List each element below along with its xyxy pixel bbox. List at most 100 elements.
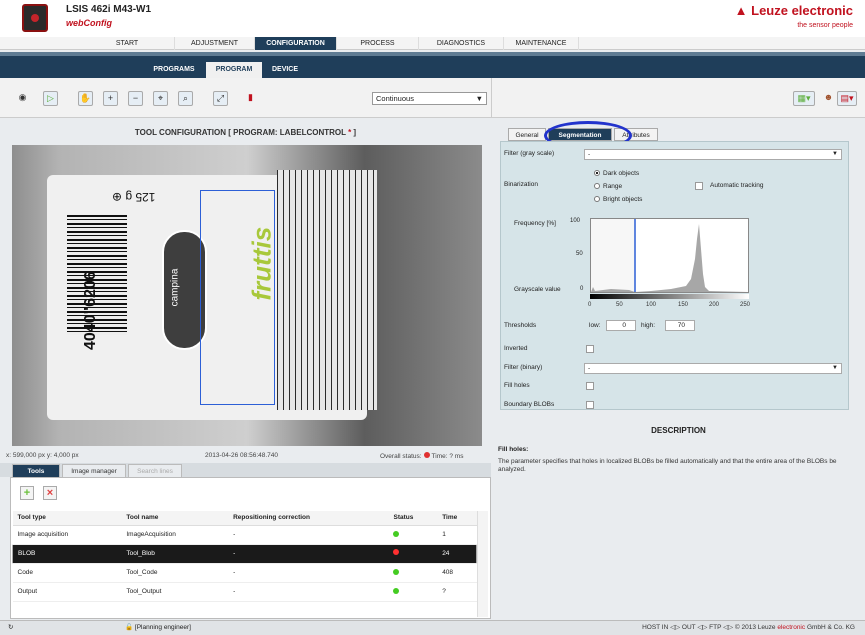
cursor-coordinates: x: 599,000 px y: 4,000 px — [6, 452, 79, 459]
refresh-icon[interactable]: ↻ — [8, 621, 13, 635]
overall-status: Overall status: Time: ? ms — [380, 452, 464, 460]
image-timestamp: 2013-04-26 08:56:48.740 — [205, 452, 279, 459]
chevron-down-icon: ▼ — [832, 151, 838, 157]
cell-tool-type: Code — [12, 563, 122, 583]
tab-configuration[interactable]: CONFIGURATION — [255, 37, 337, 50]
barcode-number: 4040"6206 — [82, 271, 99, 350]
export-icon[interactable]: ▦▾ — [793, 91, 815, 106]
x-tick-50: 50 — [616, 302, 623, 308]
cell-repositioning: - — [228, 525, 389, 545]
option-dark-objects[interactable]: Dark objects — [594, 170, 639, 177]
zoom-out-icon[interactable]: − — [128, 91, 143, 106]
brand-tagline: the sensor people — [797, 22, 853, 29]
low-label: low: — [589, 322, 601, 329]
col-repositioning[interactable]: Repositioning correction — [228, 511, 389, 526]
fill-holes-label: Fill holes — [504, 382, 530, 389]
mode-value: Continuous — [376, 94, 414, 103]
window-layout-icon[interactable]: ▤▾ — [837, 91, 857, 106]
auto-tracking-label: Automatic tracking — [710, 182, 764, 189]
table-scrollbar[interactable] — [477, 511, 488, 617]
zoom-fit-icon[interactable]: ⌖ — [153, 91, 168, 106]
mode-select[interactable]: Continuous ▼ — [372, 92, 487, 105]
option-range[interactable]: Range — [594, 183, 622, 190]
tool-config-title: TOOL CONFIGURATION [ PROGRAM: LABELCONTR… — [134, 128, 357, 137]
zoom-reset-icon[interactable]: ⌕ — [178, 91, 193, 106]
cell-time: 24 — [437, 544, 477, 564]
tab-adjustment[interactable]: ADJUSTMENT — [175, 37, 255, 50]
radio-bright[interactable] — [594, 196, 600, 203]
users-icon[interactable]: ☻ — [821, 91, 836, 106]
tab-tools[interactable]: Tools — [12, 464, 60, 477]
device-icon — [22, 4, 48, 32]
arrows-icon[interactable]: ⤢ — [213, 91, 228, 106]
col-status[interactable]: Status — [388, 511, 438, 526]
cell-time: 1 — [437, 525, 477, 545]
cell-tool-name: Tool_Blob — [121, 544, 229, 564]
save-config-icon[interactable]: ▮ — [243, 91, 258, 106]
hand-icon[interactable]: ✋ — [78, 91, 93, 106]
y-tick-50: 50 — [576, 251, 583, 257]
x-tick-0: 0 — [588, 302, 592, 308]
table-row[interactable]: Code Tool_Code - 408 — [12, 563, 477, 583]
col-tool-type[interactable]: Tool type — [12, 511, 122, 526]
filter-binary-select[interactable]: - ▼ — [584, 363, 842, 374]
tab-maintenance[interactable]: MAINTENANCE — [504, 37, 579, 50]
table-row[interactable]: Image acquisition ImageAcquisition - 1 — [12, 525, 477, 545]
cell-time: ? — [437, 582, 477, 602]
status-dot — [393, 549, 400, 555]
webconfig-label: webConfig — [66, 18, 112, 28]
cell-repositioning: - — [228, 544, 389, 564]
boundary-blobs-checkbox[interactable] — [586, 401, 594, 409]
filter-gray-select[interactable]: - ▼ — [584, 149, 842, 160]
subtab-program[interactable]: PROGRAM — [206, 62, 262, 78]
option-bright-objects[interactable]: Bright objects — [594, 196, 642, 203]
roi-rectangle[interactable] — [200, 190, 275, 405]
camera-image[interactable]: 4040"6206 125 g ⊕ campina fruttis — [12, 145, 482, 446]
tab-start[interactable]: START — [80, 37, 175, 50]
cell-repositioning: - — [228, 563, 389, 583]
fill-holes-checkbox[interactable] — [586, 382, 594, 390]
cell-tool-name: ImageAcquisition — [121, 525, 229, 545]
boundary-blobs-label: Boundary BLOBs — [504, 401, 555, 408]
tab-image-manager[interactable]: Image manager — [62, 464, 126, 477]
brand-logo: ▲ Leuze electronic — [734, 3, 853, 18]
status-dot — [393, 530, 400, 537]
col-time[interactable]: Time — [437, 511, 477, 526]
filter-gray-label: Filter (gray scale) — [504, 150, 555, 157]
auto-tracking-checkbox[interactable] — [695, 182, 703, 190]
tab-process[interactable]: PROCESS — [337, 37, 419, 50]
inverted-checkbox[interactable] — [586, 345, 594, 353]
y-tick-0: 0 — [580, 286, 584, 292]
tab-diagnostics[interactable]: DIAGNOSTICS — [419, 37, 504, 50]
x-tick-250: 250 — [740, 302, 751, 308]
low-threshold-input[interactable]: 0 — [606, 320, 636, 331]
camera-icon[interactable]: ◉ — [15, 91, 30, 106]
histogram[interactable] — [590, 218, 749, 293]
status-dot — [393, 568, 400, 575]
table-row[interactable]: BLOB Tool_Blob - 24 — [12, 544, 477, 564]
subtab-programs[interactable]: PROGRAMS — [146, 62, 202, 78]
tab-general[interactable]: General — [508, 128, 546, 141]
tab-search-lines[interactable]: Search lines — [128, 464, 182, 477]
delete-tool-icon[interactable]: × — [43, 486, 57, 500]
play-icon[interactable]: ▷ — [43, 91, 58, 106]
description-heading: Fill holes: — [498, 446, 529, 453]
cell-tool-type: BLOB — [12, 544, 122, 564]
add-tool-icon[interactable]: + — [20, 486, 34, 500]
binarization-label: Binarization — [504, 181, 538, 188]
product-name: LSIS 462i M43-W1 — [66, 4, 152, 15]
main-nav: START ADJUSTMENT CONFIGURATION PROCESS D… — [0, 37, 865, 50]
weight-text: 125 g ⊕ — [112, 190, 156, 204]
table-row[interactable]: Output Tool_Output -? — [12, 582, 477, 602]
cell-tool-name: Tool_Output — [121, 582, 229, 602]
grayscale-gradient — [590, 294, 749, 299]
zoom-in-icon[interactable]: + — [103, 91, 118, 106]
radio-dark[interactable] — [594, 170, 600, 177]
cell-time: 408 — [437, 563, 477, 583]
radio-range[interactable] — [594, 183, 600, 190]
high-threshold-input[interactable]: 70 — [665, 320, 695, 331]
subtab-device[interactable]: DEVICE — [265, 62, 305, 78]
frequency-label: Frequency [%] — [514, 220, 556, 227]
cell-status — [388, 544, 438, 564]
col-tool-name[interactable]: Tool name — [121, 511, 229, 526]
